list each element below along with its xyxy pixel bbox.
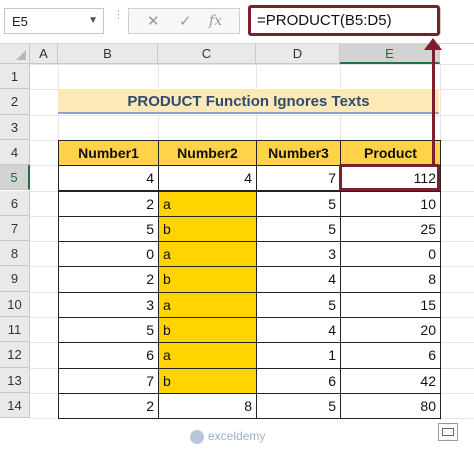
table-cell-c[interactable]: b [158, 317, 257, 344]
table-cell-c[interactable]: b [158, 266, 257, 293]
table-cell-c[interactable]: a [158, 241, 257, 268]
formula-text: =PRODUCT(B5:D5) [257, 12, 392, 29]
table-cell-b[interactable]: 0 [58, 241, 159, 268]
arrow-connector [432, 44, 435, 164]
table-cell-e[interactable]: 20 [340, 317, 441, 344]
quick-analysis-icon[interactable] [438, 423, 458, 441]
name-box-value: E5 [12, 14, 28, 29]
row-header-11[interactable]: 11 [0, 317, 30, 343]
table-cell-c[interactable]: b [158, 367, 257, 394]
table-cell-e[interactable]: 0 [340, 241, 441, 268]
table-cell-d[interactable]: 5 [256, 190, 341, 217]
row-header-3[interactable]: 3 [0, 114, 30, 140]
column-header-c[interactable]: C [158, 44, 256, 64]
table-cell-b[interactable]: 2 [58, 190, 159, 217]
table-cell-c[interactable]: a [158, 291, 257, 318]
formula-bar: E5 ▼ ⋮ ✕ ✓ fx =PRODUCT(B5:D5) [0, 0, 474, 44]
table-cell-e[interactable]: 42 [340, 367, 441, 394]
table-cell-e[interactable]: 6 [340, 342, 441, 369]
column-header-d[interactable]: D [256, 44, 340, 64]
chevron-down-icon[interactable]: ▼ [88, 15, 98, 26]
column-header-b[interactable]: B [58, 44, 158, 64]
table-cell-b[interactable]: 2 [58, 392, 159, 420]
table-cell-d[interactable]: 3 [256, 241, 341, 268]
row-header-2[interactable]: 2 [0, 89, 30, 115]
table-cell-d[interactable]: 5 [256, 215, 341, 243]
table-cell-d[interactable]: 4 [256, 266, 341, 293]
formula-bar-expand[interactable] [440, 8, 470, 34]
arrow-head-icon [424, 38, 442, 50]
table-cell-e[interactable]: 25 [340, 215, 441, 243]
enter-icon[interactable]: ✓ [179, 12, 192, 30]
row-header-8[interactable]: 8 [0, 241, 30, 267]
table-cell-d[interactable]: 1 [256, 342, 341, 369]
row-header-13[interactable]: 13 [0, 367, 30, 393]
row-header-10[interactable]: 10 [0, 291, 30, 317]
column-header-a[interactable]: A [30, 44, 58, 64]
table-cell-b[interactable]: 6 [58, 342, 159, 369]
gridline [30, 114, 474, 116]
gridline [30, 64, 474, 65]
sheet-title[interactable]: PRODUCT Function Ignores Texts [58, 89, 439, 114]
table-cell-e[interactable]: 10 [340, 190, 441, 217]
exceldemy-logo-icon [190, 429, 204, 444]
table-cell-b[interactable]: 3 [58, 291, 159, 318]
table-cell-d[interactable]: 5 [256, 392, 341, 420]
name-box[interactable]: E5 ▼ [4, 8, 104, 34]
watermark-text: exceldemy [208, 429, 266, 443]
formula-buttons: ✕ ✓ fx [128, 8, 240, 34]
row-header-9[interactable]: 9 [0, 266, 30, 292]
formula-input[interactable]: =PRODUCT(B5:D5) [248, 5, 440, 36]
table-cell-c[interactable]: 4 [158, 165, 257, 192]
table-cell-b[interactable]: 5 [58, 215, 159, 243]
insert-function-icon[interactable]: fx [209, 13, 222, 29]
drag-handle-icon[interactable]: ⋮ [113, 10, 124, 21]
table-cell-b[interactable]: 4 [58, 165, 159, 192]
table-cell-d[interactable]: 6 [256, 367, 341, 394]
table-cell-e[interactable]: 15 [340, 291, 441, 318]
table-cell-b[interactable]: 5 [58, 317, 159, 344]
table-cell-b[interactable]: 2 [58, 266, 159, 293]
cancel-icon[interactable]: ✕ [147, 12, 160, 30]
table-cell-d[interactable]: 7 [256, 165, 341, 192]
table-header-number3[interactable]: Number3 [256, 139, 341, 167]
table-header-product[interactable]: Product [340, 139, 441, 167]
row-header-14[interactable]: 14 [0, 392, 30, 419]
selected-cell-highlight [339, 164, 440, 191]
table-cell-e[interactable]: 80 [340, 392, 441, 420]
row-header-4[interactable]: 4 [0, 139, 30, 166]
table-cell-c[interactable]: 8 [158, 392, 257, 420]
table-cell-b[interactable]: 7 [58, 367, 159, 394]
row-header-12[interactable]: 12 [0, 342, 30, 368]
table-cell-d[interactable]: 4 [256, 317, 341, 344]
row-header-6[interactable]: 6 [0, 190, 30, 216]
row-header-1[interactable]: 1 [0, 64, 30, 90]
select-all-button[interactable] [0, 44, 30, 64]
row-header-7[interactable]: 7 [0, 215, 30, 242]
table-cell-c[interactable]: a [158, 190, 257, 217]
row-header-5[interactable]: 5 [0, 165, 30, 191]
table-cell-c[interactable]: b [158, 215, 257, 243]
table-header-number1[interactable]: Number1 [58, 139, 159, 167]
table-cell-e[interactable]: 8 [340, 266, 441, 293]
watermark: exceldemy [190, 429, 265, 444]
table-header-number2[interactable]: Number2 [158, 139, 257, 167]
table-cell-d[interactable]: 5 [256, 291, 341, 318]
table-cell-c[interactable]: a [158, 342, 257, 369]
